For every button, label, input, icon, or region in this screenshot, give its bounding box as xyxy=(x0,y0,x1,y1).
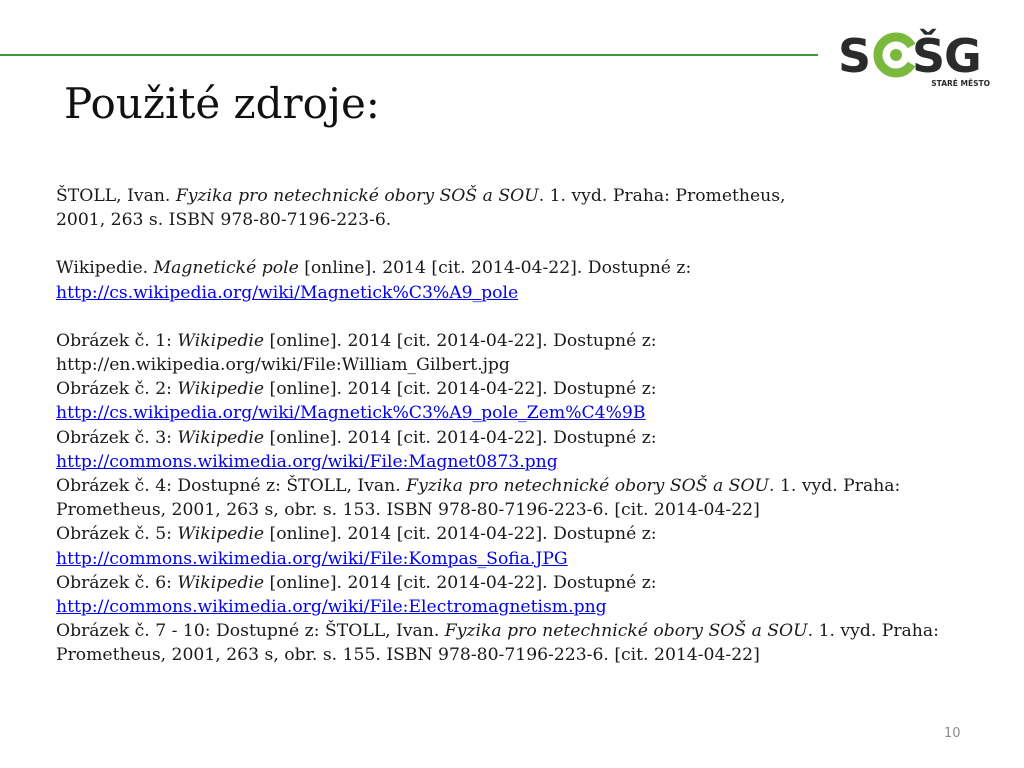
logo-letter-s-caron: Š xyxy=(912,29,945,83)
reference-italic-title: Wikipedie xyxy=(177,330,265,351)
reference-italic-title: Wikipedie xyxy=(177,379,265,400)
reference-item: Wikipedie. Magnetické pole [online]. 201… xyxy=(56,256,1006,304)
reference-item: Obrázek č. 2: Wikipedie [online]. 2014 [… xyxy=(56,377,1006,425)
reference-prefix: Obrázek č. 7 - 10: Dostupné z: ŠTOLL, Iv… xyxy=(56,621,445,642)
reference-prefix: Obrázek č. 1: xyxy=(56,330,178,351)
sosg-logo-graphic: S Š G STARÉ MĚSTO xyxy=(838,29,990,88)
page-number: 10 xyxy=(944,726,961,741)
reference-continuation: Prometheus, 2001, 263 s, obr. s. 155. IS… xyxy=(56,645,760,666)
reference-prefix: ŠTOLL, Ivan. xyxy=(56,186,176,206)
logo-letter-s: S xyxy=(838,29,871,83)
reference-prefix: Obrázek č. 4: Dostupné z: ŠTOLL, Ivan. xyxy=(56,476,407,497)
reference-suffix: . 1. vyd. Praha: xyxy=(769,476,901,497)
reference-italic-title: Fyzika pro netechnické obory SOŠ a SOU xyxy=(406,476,770,497)
reference-prefix: Obrázek č. 5: xyxy=(56,524,178,545)
reference-prefix: Obrázek č. 3: xyxy=(56,427,178,448)
reference-suffix: . 1. vyd. Praha: Prometheus, xyxy=(538,186,786,206)
logo-letter-g: G xyxy=(944,29,982,83)
reference-list: ŠTOLL, Ivan. Fyzika pro netechnické obor… xyxy=(56,184,1006,668)
reference-item: Obrázek č. 3: Wikipedie [online]. 2014 [… xyxy=(56,426,1006,474)
reference-link[interactable]: http://cs.wikipedia.org/wiki/Magnetick%C… xyxy=(56,401,1006,425)
slide-title: Použité zdroje: xyxy=(64,79,380,128)
reference-prefix: Obrázek č. 2: xyxy=(56,379,178,400)
reference-item: Obrázek č. 6: Wikipedie [online]. 2014 [… xyxy=(56,571,1006,619)
reference-prefix: Wikipedie. xyxy=(56,258,154,279)
reference-suffix: [online]. 2014 [cit. 2014-04-22]. Dostup… xyxy=(264,379,657,400)
reference-suffix: [online]. 2014 [cit. 2014-04-22]. Dostup… xyxy=(264,427,657,448)
reference-link[interactable]: http://commons.wikimedia.org/wiki/File:K… xyxy=(56,547,1006,571)
reference-item: Obrázek č. 4: Dostupné z: ŠTOLL, Ivan. F… xyxy=(56,474,1006,522)
reference-italic-title: Wikipedie xyxy=(177,427,265,448)
reference-suffix: [online]. 2014 [cit. 2014-04-22]. Dostup… xyxy=(298,258,692,279)
school-logo: S Š G STARÉ MĚSTO xyxy=(838,26,998,92)
reference-suffix: . 1. vyd. Praha: xyxy=(807,621,939,642)
reference-link[interactable]: http://commons.wikimedia.org/wiki/File:M… xyxy=(56,450,1006,474)
reference-suffix: [online]. 2014 [cit. 2014-04-22]. Dostup… xyxy=(264,524,657,545)
reference-link[interactable]: http://commons.wikimedia.org/wiki/File:E… xyxy=(56,595,1006,619)
reference-italic-title: Wikipedie xyxy=(177,572,265,593)
reference-continuation: 2001, 263 s. ISBN 978-80-7196-223-6. xyxy=(56,210,392,231)
reference-italic-title: Fyzika pro netechnické obory SOŠ a SOU xyxy=(444,621,808,642)
reference-item: ŠTOLL, Ivan. Fyzika pro netechnické obor… xyxy=(56,184,1006,232)
reference-italic-title: Fyzika pro netechnické obory SOŠ a SOU xyxy=(175,186,539,206)
reference-item: Obrázek č. 7 - 10: Dostupné z: ŠTOLL, Iv… xyxy=(56,619,1006,667)
header-divider-line xyxy=(0,54,818,56)
reference-item: Obrázek č. 1: Wikipedie [online]. 2014 [… xyxy=(56,329,1006,377)
reference-url-text: http://en.wikipedia.org/wiki/File:Willia… xyxy=(56,355,510,376)
reference-continuation: Prometheus, 2001, 263 s, obr. s. 153. IS… xyxy=(56,500,760,521)
reference-italic-title: Wikipedie xyxy=(177,524,265,545)
logo-subtitle: STARÉ MĚSTO xyxy=(931,79,990,88)
reference-suffix: [online]. 2014 [cit. 2014-04-22]. Dostup… xyxy=(264,330,657,351)
reference-suffix: [online]. 2014 [cit. 2014-04-22]. Dostup… xyxy=(264,572,657,593)
reference-item: Obrázek č. 5: Wikipedie [online]. 2014 [… xyxy=(56,522,1006,570)
reference-italic-title: Magnetické pole xyxy=(153,258,299,279)
reference-prefix: Obrázek č. 6: xyxy=(56,572,178,593)
reference-link[interactable]: http://cs.wikipedia.org/wiki/Magnetick%C… xyxy=(56,281,1006,305)
